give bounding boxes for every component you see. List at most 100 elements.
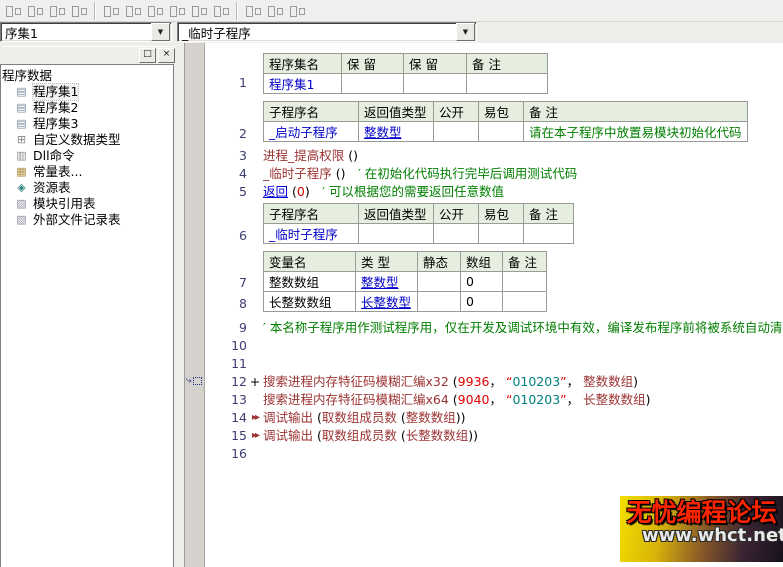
comment-cell[interactable] xyxy=(467,74,548,94)
code-line-4[interactable]: 4_临时子程序 () ′ 在初始化代码执行完毕后调用测试代码 xyxy=(201,165,577,183)
public-cell[interactable] xyxy=(434,122,479,142)
code-line-10[interactable]: 10 xyxy=(201,337,247,355)
code-line-13[interactable]: 13搜索进程内存特征码模糊汇编x64 (9040， “010203”， 长整数数… xyxy=(201,391,651,409)
tree-item-custom-datatype[interactable]: ⊞ 自定义数据类型 xyxy=(1,132,173,148)
subroutine-combobox[interactable]: _临时子程序 ▼ xyxy=(177,22,477,42)
toolbar-separator xyxy=(236,2,238,20)
align-bottom-edges-icon[interactable] xyxy=(68,2,90,20)
local-variable-table: 变量名 类 型 静态 数组 备 注 整数数组 整数型 0 长整数数组 长整数型 … xyxy=(263,251,547,312)
panel-maximize-icon[interactable]: □ xyxy=(139,48,156,63)
static-cell[interactable] xyxy=(418,272,461,292)
code-line-5[interactable]: 5返回 (0) ′ 可以根据您的需要返回任意数值 xyxy=(201,183,504,201)
assembly-table-header-row: 程序集名 保 留 保 留 备 注 xyxy=(264,54,548,74)
col-var-type: 类 型 xyxy=(356,252,418,272)
reserved-cell[interactable] xyxy=(342,74,404,94)
tree-item-dll-command[interactable]: ▥ Dll命令 xyxy=(1,148,173,164)
sub-name-cell[interactable]: _临时子程序 xyxy=(264,224,359,244)
tree-item-resource-table[interactable]: ◈ 资源表 xyxy=(1,180,173,196)
tree-item-assembly2[interactable]: ▤ 程序集2 xyxy=(1,100,173,116)
easy-package-cell[interactable] xyxy=(479,224,524,244)
make-same-size-icon[interactable] xyxy=(286,2,308,20)
assembly-combobox-dropdown-icon[interactable]: ▼ xyxy=(151,23,170,41)
tree-item-constant-table[interactable]: ▦ 常量表... xyxy=(1,164,173,180)
panel-close-icon[interactable]: × xyxy=(158,48,175,63)
assembly-icon: ▤ xyxy=(14,117,29,131)
reserved-cell[interactable] xyxy=(404,74,467,94)
code-line-6: 6 xyxy=(201,227,247,245)
subroutine-combobox-dropdown-icon[interactable]: ▼ xyxy=(456,23,475,41)
variable-row: 长整数数组 长整数型 0 xyxy=(264,292,547,312)
forum-watermark: 无忧编程论坛 www.whct.net xyxy=(620,496,783,562)
space-equally-horizontal-icon[interactable] xyxy=(188,2,210,20)
code-line-9[interactable]: 9′ 本名称子程序用作测试程序用，仅在开发及调试环境中有效，编译发布程序前将被系… xyxy=(201,319,783,337)
col-reserved2: 保 留 xyxy=(404,54,467,74)
code-editor[interactable]: ⤷ 1 2 6 7 8 程序集名 保 留 保 留 备 注 程序集1 子程序名 返… xyxy=(184,43,783,567)
tree-item-external-file-table[interactable]: ▧ 外部文件记录表 xyxy=(1,212,173,228)
center-vertically-icon[interactable] xyxy=(122,2,144,20)
code-line-1: 1 xyxy=(201,74,247,92)
assembly-icon: ▤ xyxy=(14,101,29,115)
tree-item-assembly1[interactable]: ▤ 程序集1 xyxy=(1,84,173,100)
code-line-2: 2 xyxy=(201,125,247,143)
col-return-type: 返回值类型 xyxy=(359,204,434,224)
tree-root-program-data[interactable]: 程序数据 xyxy=(2,68,173,84)
step-marker-icon: ▸▸ xyxy=(247,409,263,427)
assembly-combobox[interactable]: 序集1 ▼ xyxy=(0,22,172,42)
code-line-12[interactable]: 12+搜索进程内存特征码模糊汇编x32 (9936， “010203”， 整数数… xyxy=(201,373,638,391)
sub-name-cell[interactable]: _启动子程序 xyxy=(264,122,359,142)
tree-item-module-ref-table[interactable]: ▨ 模块引用表 xyxy=(1,196,173,212)
call-get-array-count: 取数组成员数 xyxy=(322,428,397,443)
col-sub-name: 子程序名 xyxy=(264,204,359,224)
tree-item-assembly3[interactable]: ▤ 程序集3 xyxy=(1,116,173,132)
toolbar-separator xyxy=(94,2,96,20)
comment-cell[interactable] xyxy=(503,292,547,312)
code-line-15[interactable]: 15▸▸调试输出 (取数组成员数 (长整数数组)) xyxy=(201,427,478,445)
center-horizontally-icon[interactable] xyxy=(100,2,122,20)
align-horizontal-centers-icon[interactable] xyxy=(144,2,166,20)
align-right-edges-icon[interactable] xyxy=(24,2,46,20)
comment-cell[interactable] xyxy=(503,272,547,292)
inline-comment: ′ 在初始化代码执行完毕后调用测试代码 xyxy=(358,166,577,181)
static-cell[interactable] xyxy=(418,292,461,312)
custom-datatype-icon: ⊞ xyxy=(14,133,29,147)
call-debug-output: 调试输出 xyxy=(263,410,313,425)
align-left-edges-icon[interactable] xyxy=(2,2,24,20)
module-ref-table-icon: ▨ xyxy=(14,197,29,211)
code-line-16[interactable]: 16 xyxy=(201,445,247,463)
sub-table-header-row: 子程序名 返回值类型 公开 易包 备 注 xyxy=(264,102,748,122)
col-easy-package: 易包 xyxy=(479,102,524,122)
comment-cell[interactable] xyxy=(524,224,574,244)
make-same-width-icon[interactable] xyxy=(242,2,264,20)
program-data-tree: 程序数据 ▤ 程序集1 ▤ 程序集2 ▤ 程序集3 ⊞ 自定义数据类型 ▥ Dl… xyxy=(0,64,174,567)
col-sub-name: 子程序名 xyxy=(264,102,359,122)
code-line-11[interactable]: 11 xyxy=(201,355,247,373)
align-vertical-centers-icon[interactable] xyxy=(166,2,188,20)
fold-expand-marker[interactable]: + xyxy=(247,373,263,391)
space-equally-vertical-icon[interactable] xyxy=(210,2,232,20)
program-data-panel: □ × 程序数据 ▤ 程序集1 ▤ 程序集2 ▤ 程序集3 ⊞ 自定义数据类型 … xyxy=(0,43,178,567)
array-cell[interactable]: 0 xyxy=(461,292,503,312)
col-assembly-name: 程序集名 xyxy=(264,54,342,74)
watermark-title: 无忧编程论坛 xyxy=(620,500,783,526)
assembly-table-row: 程序集1 xyxy=(264,74,548,94)
return-type-cell[interactable]: 整数型 xyxy=(359,122,434,142)
col-public: 公开 xyxy=(434,204,479,224)
var-name-cell[interactable]: 长整数数组 xyxy=(264,292,356,312)
temp-subroutine-row: _临时子程序 xyxy=(264,224,574,244)
var-name-cell[interactable]: 整数数组 xyxy=(264,272,356,292)
comment-cell[interactable]: 请在本子程序中放置易模块初始化代码 xyxy=(524,122,748,142)
return-type-cell[interactable] xyxy=(359,224,434,244)
col-comment: 备 注 xyxy=(524,102,748,122)
code-line-14[interactable]: 14▸▸调试输出 (取数组成员数 (整数数组)) xyxy=(201,409,466,427)
align-top-edges-icon[interactable] xyxy=(46,2,68,20)
var-type-cell[interactable]: 长整数型 xyxy=(356,292,418,312)
public-cell[interactable] xyxy=(434,224,479,244)
easy-package-cell[interactable] xyxy=(479,122,524,142)
var-type-cell[interactable]: 整数型 xyxy=(356,272,418,292)
panel-titlebar: □ × xyxy=(2,46,175,64)
make-same-height-icon[interactable] xyxy=(264,2,286,20)
array-cell[interactable]: 0 xyxy=(461,272,503,292)
assembly-name-cell[interactable]: 程序集1 xyxy=(264,74,342,94)
col-comment: 备 注 xyxy=(524,204,574,224)
code-line-3[interactable]: 3进程_提高权限 () xyxy=(201,147,358,165)
